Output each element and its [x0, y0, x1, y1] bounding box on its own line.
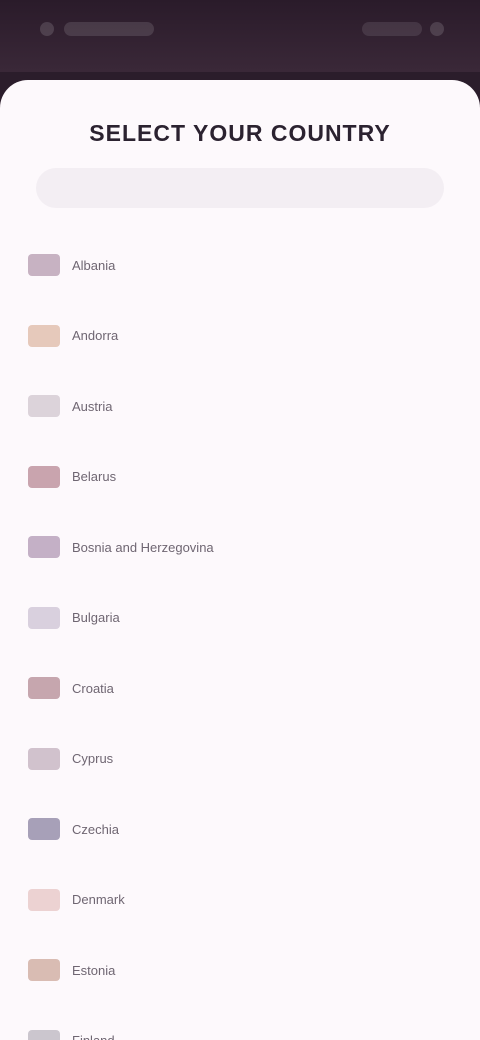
country-label: Finland — [72, 1033, 115, 1040]
country-item[interactable]: Denmark — [0, 865, 480, 936]
country-label: Denmark — [72, 892, 125, 908]
country-label: Belarus — [72, 469, 117, 485]
flag-icon — [28, 536, 60, 559]
flag-icon — [28, 818, 60, 841]
country-item[interactable]: Croatia — [0, 653, 480, 724]
flag-icon — [28, 959, 60, 982]
flag-icon — [28, 888, 60, 911]
country-label: Austria — [72, 398, 113, 414]
flag-icon — [28, 465, 60, 488]
battery-icon — [430, 22, 444, 36]
status-icon — [40, 22, 54, 36]
flag-icon — [28, 1029, 60, 1040]
country-label: Czechia — [72, 821, 119, 837]
country-picker-sheet: SELECT YOUR COUNTRY Albania Andorra Austri… — [0, 80, 480, 1040]
status-left — [40, 22, 154, 36]
country-label: Albania — [72, 257, 116, 273]
country-item[interactable]: Belarus — [0, 442, 480, 513]
country-label: Bosnia and Herzegovina — [72, 539, 214, 555]
country-item[interactable]: Bosnia and Herzegovina — [0, 512, 480, 583]
flag-icon — [28, 747, 60, 770]
status-bar — [0, 0, 480, 72]
sheet-title: SELECT YOUR COUNTRY — [89, 120, 391, 146]
country-item[interactable]: Czechia — [0, 794, 480, 865]
country-label: Andorra — [72, 328, 119, 344]
country-label: Croatia — [72, 680, 114, 696]
country-item[interactable]: Albania — [0, 230, 480, 301]
status-time — [64, 22, 154, 36]
country-label: Bulgaria — [72, 610, 120, 626]
flag-icon — [28, 324, 60, 347]
flag-icon — [28, 395, 60, 418]
flag-icon — [28, 677, 60, 700]
country-item[interactable]: Austria — [0, 371, 480, 442]
country-label: Estonia — [72, 962, 116, 978]
country-item[interactable]: Andorra — [0, 301, 480, 372]
search-bar[interactable] — [36, 168, 444, 208]
country-item[interactable]: Cyprus — [0, 724, 480, 795]
country-item[interactable]: Estonia — [0, 935, 480, 1006]
status-right — [362, 22, 444, 36]
search-input[interactable] — [50, 179, 430, 197]
country-item[interactable]: Bulgaria — [0, 583, 480, 654]
flag-icon — [28, 254, 60, 277]
country-label: Cyprus — [72, 751, 114, 767]
status-indicators — [362, 22, 422, 36]
flag-icon — [28, 606, 60, 629]
country-list: Albania Andorra Austria Belarus Bosnia and H… — [0, 230, 480, 1040]
country-item[interactable]: Finland — [0, 1006, 480, 1040]
